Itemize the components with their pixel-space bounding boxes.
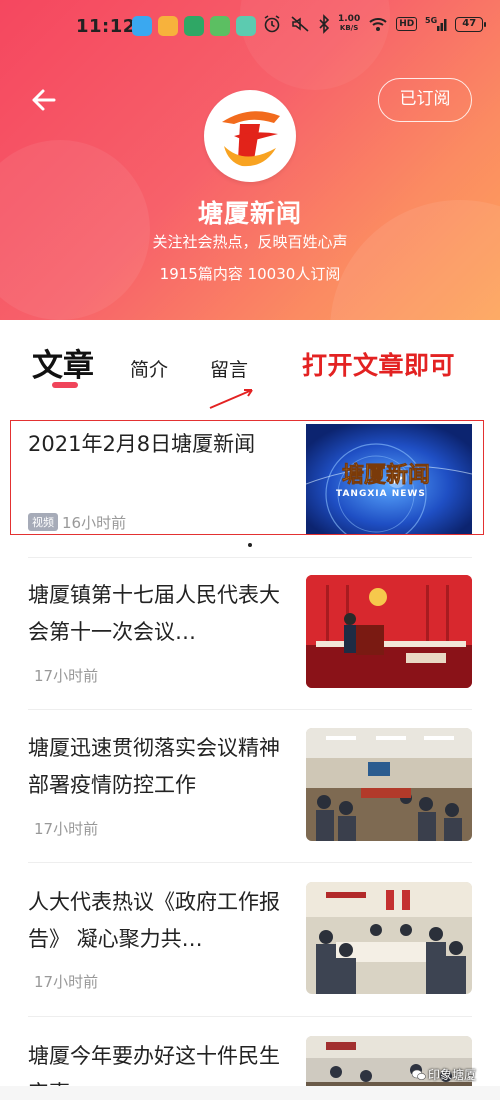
mute-icon: [290, 14, 310, 34]
highlight-box: [10, 420, 484, 535]
battery-indicator: 47: [455, 16, 487, 32]
weibo-app-icon: [158, 16, 178, 36]
article-item[interactable]: 塘厦迅速贯彻落实会议精神 部署疫情防控工作 17小时前: [0, 728, 500, 843]
svg-text:5G: 5G: [425, 16, 437, 25]
back-arrow-icon: [32, 89, 56, 111]
channel-slogan: 关注社会热点，反映百姓心声: [152, 233, 348, 251]
channel-stats: 1915篇内容 10030人订阅: [159, 265, 341, 283]
article-time: 17小时前: [34, 820, 99, 838]
article-item[interactable]: 人大代表热议《政府工作报告》 凝心聚力共… 17小时前: [0, 882, 500, 997]
teal-app-icon: [236, 16, 256, 36]
article-item[interactable]: 塘厦镇第十七届人民代表大会第十一次会议… 17小时前: [0, 575, 500, 690]
bottom-fade: [0, 1086, 500, 1100]
list-divider: [28, 1016, 472, 1017]
wifi-icon: [368, 14, 388, 34]
watermark: 印象塘厦: [412, 1066, 476, 1083]
list-divider: [28, 862, 472, 863]
list-divider: [28, 709, 472, 710]
article-thumbnail: [306, 882, 472, 994]
tangxia-logo-icon: [222, 111, 280, 167]
article-thumbnail: [306, 575, 472, 688]
watermark-text: 印象塘厦: [428, 1068, 477, 1082]
header-decoration: [0, 140, 150, 320]
marker-dot: [248, 543, 252, 547]
active-tab-indicator: [52, 382, 78, 388]
hd-badge: HD: [396, 17, 418, 31]
article-time: 17小时前: [34, 667, 99, 685]
article-title: 人大代表热议《政府工作报告》 凝心聚力共…: [28, 890, 280, 951]
article-thumbnail: [306, 728, 472, 841]
subscribed-button[interactable]: 已订阅: [378, 78, 472, 122]
article-title: 塘厦镇第十七届人民代表大会第十一次会议…: [28, 583, 280, 644]
tab-articles[interactable]: 文章: [32, 340, 94, 385]
channel-name: 塘厦新闻: [197, 199, 302, 228]
list-divider: [28, 557, 472, 558]
annotation-text: 打开文章即可: [302, 351, 456, 380]
green-app-icon: [210, 16, 230, 36]
status-bar: 11:12 1.00 KB/S HD 5G 47: [0, 0, 500, 54]
video-app-icon: [132, 16, 152, 36]
network-speed: 1.00 KB/S: [338, 14, 361, 33]
wechat-icon: [412, 1069, 426, 1080]
system-status-icons: 1.00 KB/S HD 5G 47: [262, 14, 487, 34]
tab-intro[interactable]: 简介: [130, 355, 168, 382]
signal-icon: 5G: [425, 14, 447, 34]
bluetooth-icon: [318, 14, 330, 34]
back-button[interactable]: [28, 84, 60, 116]
tab-comments[interactable]: 留言: [210, 355, 248, 382]
channel-header: 11:12 1.00 KB/S HD 5G 47 已订阅 塘厦新闻 关注社会热点…: [0, 0, 500, 320]
status-time: 11:12: [76, 16, 136, 37]
annotation-arrow-icon: [209, 389, 253, 409]
alarm-icon: [262, 14, 282, 34]
article-time: 17小时前: [34, 973, 99, 991]
notification-icons: [132, 16, 256, 36]
channel-logo: [204, 90, 296, 182]
article-title: 塘厦迅速贯彻落实会议精神 部署疫情防控工作: [28, 736, 280, 797]
security-app-icon: [184, 16, 204, 36]
